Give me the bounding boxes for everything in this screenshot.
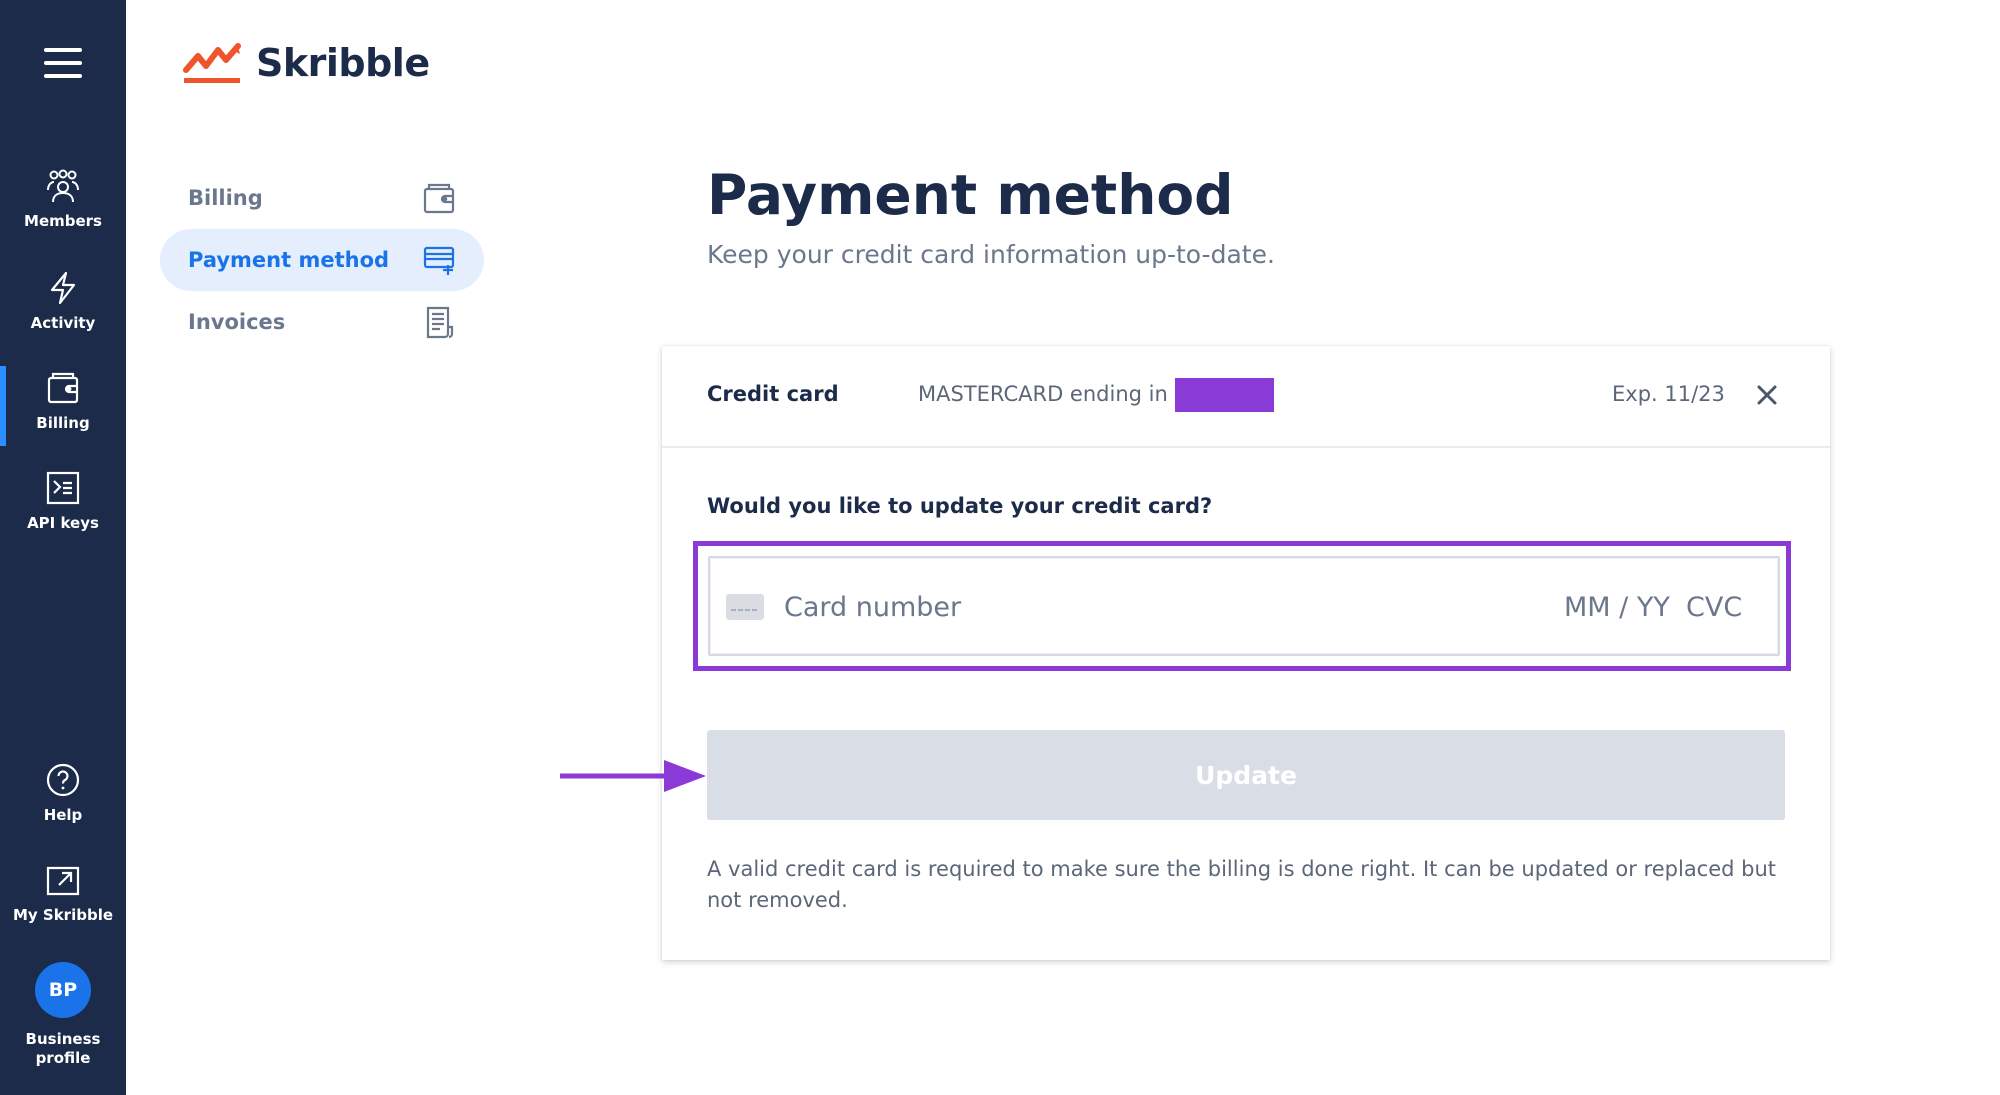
billing-note: A valid credit card is required to make … [707, 857, 1777, 912]
wallet-icon [47, 372, 79, 404]
update-question: Would you like to update your credit car… [707, 494, 1213, 518]
credit-card-description: MASTERCARD ending in [918, 382, 1168, 406]
skribble-logo-icon [183, 43, 241, 83]
cvc-placeholder[interactable]: CVC [1686, 592, 1742, 623]
subnav-item-billing[interactable]: Billing [160, 167, 484, 229]
rail-label-help: Help [43, 806, 83, 824]
expiry-placeholder[interactable]: MM / YY [1564, 592, 1670, 623]
subnav-label-payment-method: Payment method [188, 248, 390, 272]
subnav-label-billing: Billing [188, 186, 263, 210]
profile-label-line2: profile [35, 1049, 91, 1067]
card-number-placeholder[interactable]: Card number [784, 592, 961, 623]
rail-label-api-keys: API keys [27, 514, 99, 532]
page-subtitle: Keep your credit card information up-to-… [707, 240, 1275, 269]
rail-item-help[interactable]: Help [0, 762, 126, 825]
payment-card: Credit card MASTERCARD ending in Exp. 11… [662, 346, 1830, 960]
hamburger-menu-icon[interactable] [44, 48, 82, 78]
wallet-icon [423, 183, 455, 214]
card-placeholder-icon [726, 594, 764, 620]
update-button[interactable]: Update [707, 730, 1785, 820]
credit-card-add-icon [423, 246, 455, 275]
credit-card-label: Credit card [707, 382, 839, 406]
rail-label-activity: Activity [30, 314, 96, 332]
rail-label-members: Members [24, 212, 102, 230]
terminal-icon [46, 471, 80, 505]
redacted-card-digits [1175, 378, 1274, 412]
credit-card-expiry: Exp. 11/23 [1612, 382, 1725, 406]
business-profile[interactable]: BP Business profile [0, 962, 126, 1068]
rail-item-billing[interactable]: Billing [0, 370, 126, 433]
invoice-icon [426, 306, 454, 339]
rail-item-activity[interactable]: Activity [0, 270, 126, 333]
rail-label-billing: Billing [36, 414, 90, 432]
profile-label-line1: Business [25, 1030, 101, 1048]
close-icon[interactable] [1754, 382, 1780, 408]
help-icon [46, 763, 80, 797]
skribble-logo[interactable]: Skribble [182, 38, 430, 88]
external-link-icon [46, 866, 80, 896]
rail-item-members[interactable]: Members [0, 168, 126, 231]
rail-item-api-keys[interactable]: API keys [0, 470, 126, 533]
card-input-field[interactable]: Card number MM / YY CVC [708, 556, 1780, 656]
subnav-item-payment-method[interactable]: Payment method [160, 229, 484, 291]
rail-item-my-skribble[interactable]: My Skribble [0, 862, 126, 925]
page-title: Payment method [707, 163, 1234, 227]
annotation-arrow-icon [560, 760, 706, 792]
brand-name: Skribble [256, 41, 430, 85]
left-rail: Members Activity Billing API keys Help M… [0, 0, 126, 1095]
activity-icon [50, 271, 76, 305]
members-icon [47, 169, 79, 203]
subnav-label-invoices: Invoices [188, 310, 286, 334]
credit-card-summary: Credit card MASTERCARD ending in Exp. 11… [662, 346, 1830, 448]
avatar: BP [35, 962, 91, 1018]
subnav-item-invoices[interactable]: Invoices [160, 291, 484, 353]
rail-label-my-skribble: My Skribble [12, 906, 114, 924]
